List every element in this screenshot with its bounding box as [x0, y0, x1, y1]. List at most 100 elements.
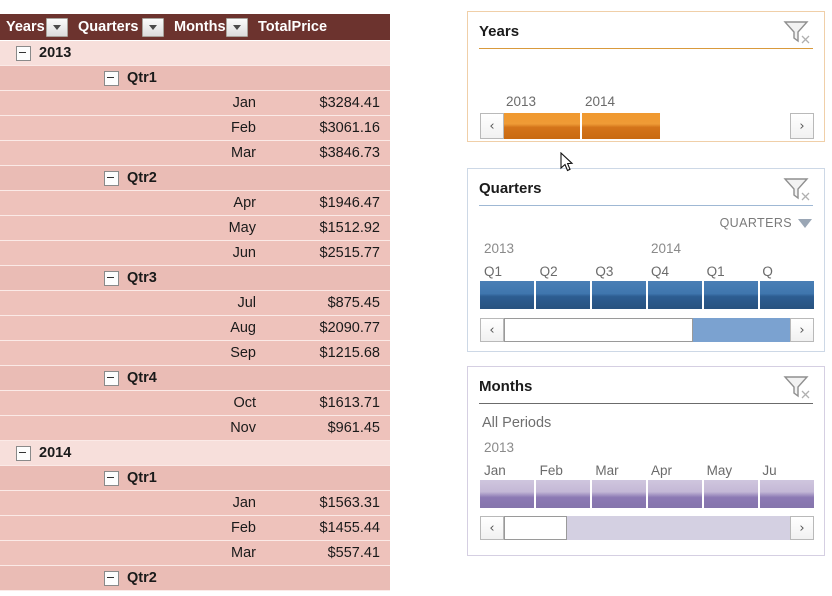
cell-months: Jan: [232, 495, 256, 511]
slicer-months-scroll-next[interactable]: ›: [790, 516, 814, 540]
filter-dropdown-icon-months[interactable]: [225, 17, 248, 37]
table-row[interactable]: Sep $1215.68: [0, 341, 390, 366]
timeline-slicer-months[interactable]: Months All Periods 2013 Jan Feb Mar Apr May J…: [467, 366, 825, 556]
slicer-months-scroll-track[interactable]: [504, 516, 790, 540]
column-header-months[interactable]: Months: [168, 14, 250, 40]
cell-months: Mar: [231, 145, 256, 161]
slicer-months-scroll-prev[interactable]: ‹: [480, 516, 504, 540]
table-row[interactable]: Qtr4: [0, 366, 390, 391]
column-header-totalprice[interactable]: TotalPrice: [250, 14, 346, 40]
slicer-quarters-scrollbar[interactable]: ‹ ›: [480, 318, 814, 342]
slicer-quarters-scroll-next[interactable]: ›: [790, 318, 814, 342]
table-row[interactable]: Jan $3284.41: [0, 91, 390, 116]
timeline-slicer-quarters[interactable]: Quarters QUARTERS 2013 2014 Q1 Q2 Q3 Q4 Q1 Q ‹…: [467, 168, 825, 352]
collapse-minus-icon[interactable]: [104, 370, 119, 386]
timeline-period-bar[interactable]: [648, 480, 702, 508]
pivot-header-row: Years Quarters Months TotalPrice: [0, 14, 390, 41]
collapse-minus-icon[interactable]: [104, 170, 119, 186]
table-row[interactable]: Oct $1613.71: [0, 391, 390, 416]
collapse-minus-icon[interactable]: [16, 45, 31, 61]
cell-quarters-label: Qtr2: [127, 170, 157, 186]
slicer-quarters-tick-label: Q1: [484, 264, 503, 279]
table-row[interactable]: Qtr2: [0, 566, 390, 591]
table-row[interactable]: 2013: [0, 41, 390, 66]
table-row[interactable]: Nov $961.45: [0, 416, 390, 441]
filter-dropdown-icon-quarters[interactable]: [142, 17, 164, 37]
collapse-minus-icon[interactable]: [104, 270, 119, 286]
table-row[interactable]: Mar $3846.73: [0, 141, 390, 166]
table-row[interactable]: Feb $1455.44: [0, 516, 390, 541]
clear-filter-funnel-icon-years[interactable]: [782, 19, 812, 45]
slicer-quarters-title: Quarters: [479, 180, 542, 197]
table-row[interactable]: Jun $2515.77: [0, 241, 390, 266]
pivot-table: Years Quarters Months TotalPrice 2013 Qtr…: [0, 14, 390, 591]
table-row[interactable]: Jan $1563.31: [0, 491, 390, 516]
timeline-period-bar[interactable]: [592, 281, 646, 309]
collapse-minus-icon[interactable]: [104, 570, 119, 586]
table-row[interactable]: Jul $875.45: [0, 291, 390, 316]
slicer-years-scroll-track[interactable]: [504, 113, 790, 139]
slicer-years-scroll-next[interactable]: ›: [790, 113, 814, 139]
table-row[interactable]: Mar $557.41: [0, 541, 390, 566]
cell-months: Mar: [231, 545, 256, 561]
cell-months: Sep: [230, 345, 256, 361]
timeline-period-bar[interactable]: [536, 281, 590, 309]
timeline-period-bar[interactable]: [760, 281, 814, 309]
slicer-months-tick-label: Ju: [762, 463, 777, 478]
cell-totalprice: $1215.68: [319, 345, 380, 361]
slicer-quarters-scroll-track[interactable]: [504, 318, 790, 342]
slicer-months-scroll-thumb[interactable]: [504, 516, 567, 540]
column-header-years[interactable]: Years: [0, 14, 72, 40]
timeline-period-bar[interactable]: [536, 480, 590, 508]
cell-totalprice: $875.45: [327, 295, 380, 311]
slicer-quarters-scroll-thumb[interactable]: [504, 318, 693, 342]
table-row[interactable]: Apr $1946.47: [0, 191, 390, 216]
slicer-months-tick-label: Apr: [651, 463, 673, 478]
slicer-quarters-level-selector[interactable]: QUARTERS: [720, 216, 812, 230]
slicer-quarters-bars[interactable]: [480, 281, 814, 309]
slicer-months-bars[interactable]: [480, 480, 814, 508]
slicer-years-title: Years: [479, 23, 520, 40]
cell-totalprice: $557.41: [327, 545, 380, 561]
slicer-quarters-tick-label: Q1: [706, 264, 725, 279]
caret-down-icon: [149, 24, 157, 30]
clear-filter-funnel-icon-quarters[interactable]: [782, 176, 812, 202]
timeline-period-bar[interactable]: [760, 480, 814, 508]
column-header-quarters[interactable]: Quarters: [72, 14, 168, 40]
table-row[interactable]: 2014: [0, 441, 390, 466]
clear-filter-funnel-icon-months[interactable]: [782, 374, 812, 400]
timeline-period-bar[interactable]: [648, 281, 702, 309]
slicer-quarters-scroll-prev[interactable]: ‹: [480, 318, 504, 342]
timeline-period-bar[interactable]: [592, 480, 646, 508]
timeline-period-bar[interactable]: [704, 480, 758, 508]
slicer-quarters-year-label: 2013: [484, 241, 515, 256]
cell-totalprice: $3061.16: [319, 120, 380, 136]
table-row[interactable]: Aug $2090.77: [0, 316, 390, 341]
timeline-period-bar[interactable]: [480, 281, 534, 309]
timeline-period-bar[interactable]: [704, 281, 758, 309]
table-row[interactable]: May $1512.92: [0, 216, 390, 241]
filter-dropdown-icon-years[interactable]: [46, 17, 68, 37]
table-row[interactable]: Qtr1: [0, 66, 390, 91]
cell-quarters: Qtr1: [72, 470, 168, 486]
collapse-minus-icon[interactable]: [16, 445, 31, 461]
cell-months: Jun: [232, 245, 256, 261]
table-row[interactable]: Qtr3: [0, 266, 390, 291]
table-row[interactable]: Feb $3061.16: [0, 116, 390, 141]
slicer-years-scroll-prev[interactable]: ‹: [480, 113, 504, 139]
collapse-minus-icon[interactable]: [104, 70, 119, 86]
app-root: Years Quarters Months TotalPrice 2013 Qtr…: [0, 0, 832, 596]
timeline-slicer-years[interactable]: Years 2013 2014 ‹ ›: [467, 11, 825, 142]
table-row[interactable]: Qtr1: [0, 466, 390, 491]
timeline-period-bar[interactable]: [480, 480, 534, 508]
slicer-months-tick-label: Jan: [484, 463, 506, 478]
cell-totalprice: $1563.31: [319, 495, 380, 511]
collapse-minus-icon[interactable]: [104, 470, 119, 486]
cell-months: May: [228, 220, 256, 236]
slicer-months-scrollbar[interactable]: ‹ ›: [480, 516, 814, 540]
slicer-years-scrollbar[interactable]: ‹ ›: [480, 113, 814, 139]
slicer-quarters-tick-label: Q3: [595, 264, 614, 279]
slicer-years-tick-label: 2013: [506, 94, 537, 109]
table-row[interactable]: Qtr2: [0, 166, 390, 191]
column-header-months-label: Months: [174, 19, 226, 35]
